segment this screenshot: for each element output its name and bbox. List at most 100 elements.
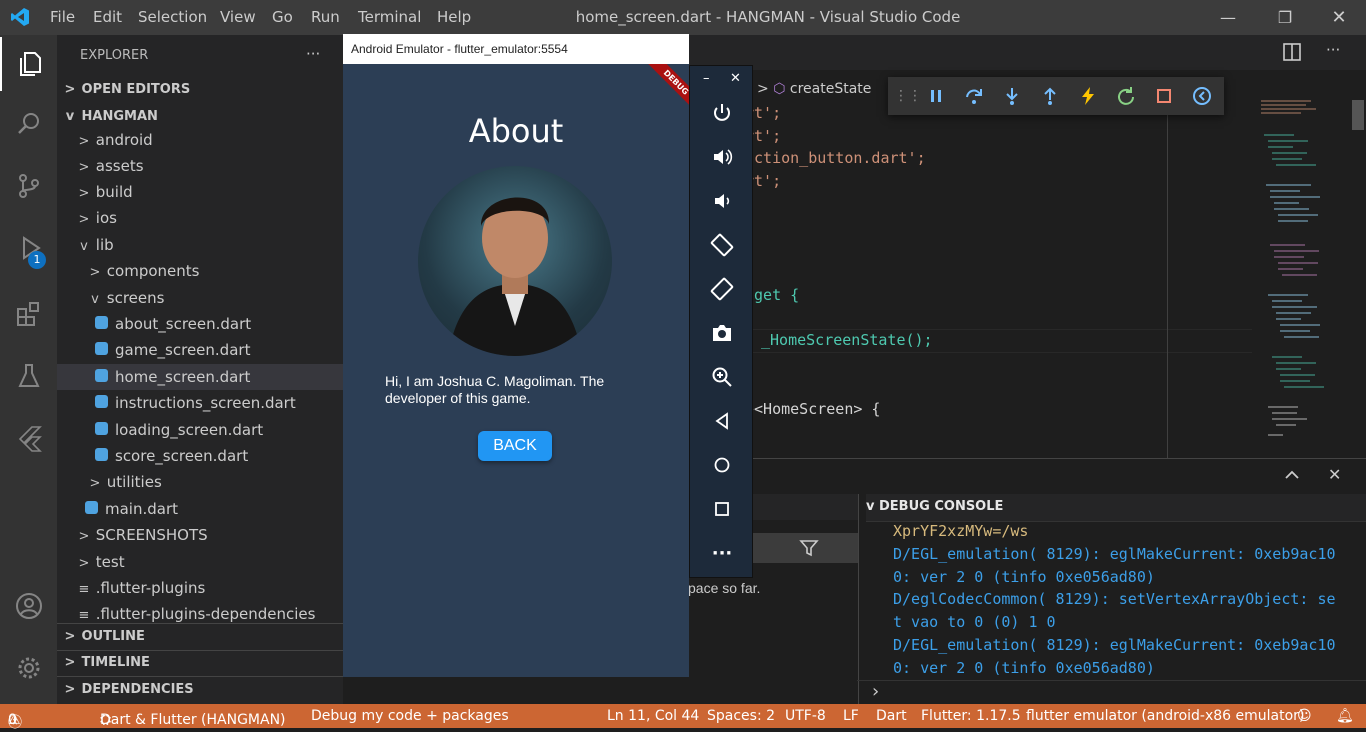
- volume-up-icon[interactable]: [690, 142, 754, 172]
- tree-item-utilities[interactable]: > utilities: [88, 469, 374, 495]
- pause-button[interactable]: [926, 86, 946, 106]
- chevron-right-icon: >: [64, 82, 76, 97]
- menu-selection[interactable]: Selection: [138, 8, 207, 26]
- dependencies-section[interactable]: > DEPENDENCIES: [63, 677, 349, 703]
- tree-item-build[interactable]: > build: [77, 179, 363, 205]
- chevron-right-icon: >: [89, 476, 101, 491]
- tree-label: main.dart: [105, 500, 179, 518]
- back-button[interactable]: BACK: [478, 431, 552, 461]
- testing-flask-icon[interactable]: [0, 349, 57, 403]
- emulator-close-button[interactable]: ✕: [730, 71, 741, 86]
- menu-run[interactable]: Run: [311, 8, 340, 26]
- rotate-right-icon[interactable]: [690, 274, 754, 304]
- run-debug-icon[interactable]: 1: [0, 221, 57, 275]
- overview-nav-icon[interactable]: [690, 494, 754, 524]
- minimap[interactable]: [1256, 95, 1351, 455]
- tree-file-loading-screen[interactable]: loading_screen.dart: [95, 417, 381, 443]
- debug-mode-indicator[interactable]: Debug my code + packages: [311, 708, 509, 724]
- extensions-icon[interactable]: [0, 287, 57, 341]
- editor-more-button[interactable]: ···: [1326, 41, 1340, 59]
- filter-icon[interactable]: [799, 539, 819, 561]
- tree-item-test[interactable]: > test: [77, 549, 363, 575]
- minimize-button[interactable]: —: [1205, 0, 1251, 35]
- feedback-icon[interactable]: ☺: [1297, 708, 1312, 724]
- dart-file-icon: [95, 422, 108, 435]
- explorer-icon[interactable]: [0, 37, 57, 91]
- console-prompt-input[interactable]: ›: [872, 681, 879, 702]
- tree-file-home-screen-selected[interactable]: home_screen.dart: [57, 364, 343, 390]
- console-line: 0: ver 2 0 (tinfo 0xe056ad80): [893, 659, 1155, 677]
- title-bar: File Edit Selection View Go Run Terminal…: [0, 0, 1366, 35]
- device-selector[interactable]: flutter emulator (android-x86 emulator): [1026, 708, 1304, 724]
- status-bar: ⓧ 0 ⚠ 0 ⛭ Dart & Flutter (HANGMAN) Debug…: [0, 704, 1366, 731]
- maximize-panel-icon[interactable]: [1284, 467, 1300, 487]
- stop-icon[interactable]: [1154, 86, 1174, 106]
- account-icon[interactable]: [0, 579, 57, 633]
- split-editor-icon[interactable]: [1283, 43, 1301, 65]
- more-options-icon[interactable]: ···: [690, 538, 754, 568]
- tree-item-components[interactable]: > components: [88, 258, 374, 284]
- power-icon[interactable]: [690, 98, 754, 128]
- hot-reload-icon[interactable]: [1078, 86, 1098, 106]
- home-nav-icon[interactable]: [690, 450, 754, 480]
- flutter-icon[interactable]: [0, 411, 57, 465]
- close-window-button[interactable]: ✕: [1316, 0, 1362, 35]
- encoding[interactable]: UTF-8: [785, 708, 826, 724]
- breadcrumb[interactable]: > ⬡ createState: [757, 81, 871, 97]
- tree-file-about-screen[interactable]: about_screen.dart: [95, 311, 381, 337]
- step-over-icon[interactable]: [964, 86, 984, 106]
- menu-help[interactable]: Help: [437, 8, 471, 26]
- code-line: action_button.dart';: [745, 149, 926, 167]
- notifications-bell-icon[interactable]: 🔔︎: [1336, 708, 1354, 724]
- debug-console-title: DEBUG CONSOLE: [879, 499, 1004, 514]
- tree-file-score-screen[interactable]: score_screen.dart: [95, 443, 381, 469]
- flutter-version[interactable]: Flutter: 1.17.5: [921, 708, 1021, 724]
- settings-gear-icon[interactable]: [0, 641, 57, 695]
- tree-label: assets: [95, 157, 144, 175]
- indentation[interactable]: Spaces: 2: [707, 708, 775, 724]
- back-nav-icon[interactable]: [690, 406, 754, 436]
- zoom-icon[interactable]: [690, 362, 754, 392]
- tree-item-ios[interactable]: > ios: [77, 205, 363, 231]
- search-icon[interactable]: [0, 97, 57, 151]
- tree-file-main[interactable]: main.dart: [85, 496, 371, 522]
- tree-item-android[interactable]: > android: [77, 127, 363, 153]
- timeline-section[interactable]: > TIMELINE: [63, 650, 349, 676]
- tree-item-assets[interactable]: > assets: [77, 153, 363, 179]
- dart-file-icon: [95, 316, 108, 329]
- menu-view[interactable]: View: [220, 8, 256, 26]
- step-out-icon[interactable]: [1040, 86, 1060, 106]
- tree-item-screens[interactable]: v screens: [88, 285, 374, 311]
- tree-item-screenshots[interactable]: > SCREENSHOTS: [77, 522, 363, 548]
- open-editors-section[interactable]: > OPEN EDITORS: [63, 77, 349, 103]
- tree-file-instructions-screen[interactable]: instructions_screen.dart: [95, 390, 381, 416]
- restore-button[interactable]: ❐: [1262, 0, 1308, 35]
- menu-go[interactable]: Go: [272, 8, 293, 26]
- outline-section[interactable]: > OUTLINE: [63, 624, 349, 650]
- chevron-right-icon: >: [89, 265, 101, 280]
- rotate-left-icon[interactable]: [690, 230, 754, 260]
- volume-down-icon[interactable]: [690, 186, 754, 216]
- source-control-icon[interactable]: [0, 159, 57, 213]
- tree-item-lib[interactable]: v lib: [77, 232, 363, 258]
- chevron-right-icon: >: [64, 629, 76, 644]
- code-line: e<HomeScreen> {: [745, 400, 881, 418]
- debug-console-header[interactable]: v DEBUG CONSOLE: [866, 499, 1003, 514]
- cursor-position[interactable]: Ln 11, Col 44: [607, 708, 699, 724]
- devtools-search-icon[interactable]: [1192, 86, 1212, 106]
- emulator-minimize-button[interactable]: –: [703, 71, 710, 86]
- language-mode[interactable]: Dart: [876, 708, 907, 724]
- step-into-icon[interactable]: [1002, 86, 1022, 106]
- line-ending[interactable]: LF: [843, 708, 859, 724]
- drag-handle-icon[interactable]: ⋮⋮: [894, 86, 922, 106]
- menu-file[interactable]: File: [50, 8, 75, 26]
- menu-terminal[interactable]: Terminal: [358, 8, 421, 26]
- menu-edit[interactable]: Edit: [93, 8, 122, 26]
- restart-icon[interactable]: [1116, 86, 1136, 106]
- tree-file-game-screen[interactable]: game_screen.dart: [95, 337, 381, 363]
- close-panel-icon[interactable]: ✕: [1328, 465, 1341, 484]
- camera-icon[interactable]: [690, 318, 754, 348]
- explorer-more-button[interactable]: ···: [306, 45, 320, 63]
- tree-file-flutter-plugins[interactable]: ≡ .flutter-plugins: [77, 575, 363, 601]
- bio-text: Hi, I am Joshua C. Magoliman. The develo…: [385, 373, 605, 406]
